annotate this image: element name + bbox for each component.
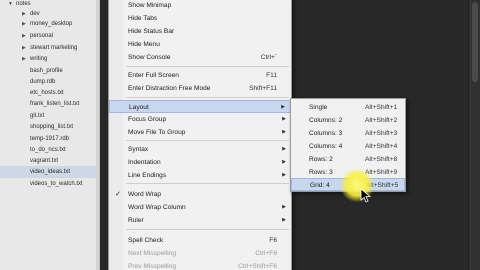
collapse-arrow-icon: ▶ bbox=[22, 33, 26, 39]
menu-item-hide-menu[interactable]: Hide Menu bbox=[109, 38, 291, 51]
menu-item-label: Hide Menu bbox=[128, 41, 160, 48]
sidebar-folder-personal[interactable]: ▶ personal bbox=[0, 30, 99, 42]
menu-item-label: Word Wrap Column bbox=[128, 204, 186, 211]
menu-item-shortcut: Alt+Shift+3 bbox=[365, 130, 398, 137]
menu-item-label: Spell Check bbox=[128, 237, 164, 244]
menu-separator bbox=[126, 66, 289, 67]
sidebar-item-label: videos_to_watch.txt bbox=[30, 181, 83, 187]
menu-item-label: Hide Status Bar bbox=[128, 28, 175, 35]
sidebar-item-label: writing bbox=[30, 56, 48, 62]
menu-item-shortcut: Ctrl+F6 bbox=[255, 250, 277, 257]
menu-item-indentation[interactable]: Indentation ▶ bbox=[109, 156, 291, 169]
layout-item-columns-2[interactable]: Columns: 2 Alt+Shift+2 bbox=[291, 114, 405, 127]
menu-item-word-wrap[interactable]: ✓ Word Wrap bbox=[109, 188, 291, 201]
menu-item-label: Columns: 2 bbox=[309, 117, 343, 124]
menu-item-shortcut: Ctrl+` bbox=[260, 54, 277, 61]
menu-item-move-file-to-group[interactable]: Move File To Group ▶ bbox=[109, 126, 291, 139]
sidebar: ▼ notes ▶ dev ▶ money_desktop ▶ personal… bbox=[0, 0, 100, 270]
submenu-arrow-icon: ▶ bbox=[282, 159, 286, 165]
menu-item-syntax[interactable]: Syntax ▶ bbox=[109, 143, 291, 156]
submenu-arrow-icon: ▶ bbox=[282, 172, 286, 178]
menu-item-label: Syntax bbox=[128, 146, 149, 153]
menu-item-label: Single bbox=[309, 104, 328, 111]
menu-item-distraction-free[interactable]: Enter Distraction Free Mode Shift+F11 bbox=[109, 82, 291, 95]
menu-item-label: Line Endings bbox=[128, 172, 167, 179]
menu-item-label: Indentation bbox=[128, 159, 161, 166]
menu-item-shortcut: Alt+Shift+4 bbox=[365, 143, 398, 150]
menu-item-label: Rows: 2 bbox=[309, 156, 333, 163]
mouse-pointer-icon bbox=[360, 188, 372, 203]
menu-item-shortcut: Alt+Shift+1 bbox=[365, 104, 398, 111]
submenu-arrow-icon: ▶ bbox=[282, 146, 286, 152]
editor-scrollbar-thumb[interactable] bbox=[472, 2, 478, 82]
menu-separator bbox=[126, 140, 289, 141]
submenu-arrow-icon: ▶ bbox=[282, 116, 286, 122]
view-menu: Show Minimap Hide Tabs Hide Status Bar H… bbox=[108, 0, 292, 270]
sidebar-folder-writing[interactable]: ▶ writing bbox=[0, 53, 99, 65]
menu-item-line-endings[interactable]: Line Endings ▶ bbox=[109, 169, 291, 182]
menu-item-hide-tabs[interactable]: Hide Tabs bbox=[109, 12, 291, 25]
sidebar-item-label: video_ideas.txt bbox=[30, 169, 71, 175]
layout-item-rows-2[interactable]: Rows: 2 Alt+Shift+8 bbox=[291, 153, 405, 166]
menu-item-label: Next Misspelling bbox=[128, 250, 177, 257]
menu-item-label: Focus Group bbox=[128, 116, 167, 123]
menu-item-label: Ruler bbox=[128, 217, 144, 224]
sidebar-file[interactable]: videos_to_watch.txt bbox=[0, 178, 99, 190]
menu-item-shortcut: Ctrl+Shift+F6 bbox=[238, 263, 277, 270]
menu-item-hide-status-bar[interactable]: Hide Status Bar bbox=[109, 25, 291, 38]
collapse-arrow-icon: ▶ bbox=[22, 21, 26, 27]
menu-item-prev-misspelling[interactable]: Prev Misspelling Ctrl+Shift+F6 bbox=[109, 260, 291, 270]
menu-item-shortcut: Alt+Shift+2 bbox=[365, 117, 398, 124]
menu-item-show-minimap[interactable]: Show Minimap bbox=[109, 0, 291, 12]
menu-item-label: Grid: 4 bbox=[310, 182, 330, 189]
menu-item-label: Word Wrap bbox=[128, 191, 162, 198]
sidebar-file[interactable]: shopping_list.txt bbox=[0, 121, 99, 133]
menu-item-shortcut: F6 bbox=[269, 237, 277, 244]
submenu-arrow-icon: ▶ bbox=[282, 204, 286, 210]
menu-separator bbox=[126, 229, 289, 230]
menu-item-word-wrap-column[interactable]: Word Wrap Column ▶ bbox=[109, 201, 291, 214]
menu-item-label: Show Console bbox=[128, 54, 171, 61]
menu-item-label: Prev Misspelling bbox=[128, 263, 177, 270]
menu-item-shortcut: F11 bbox=[266, 72, 277, 79]
collapse-arrow-icon: ▶ bbox=[22, 56, 26, 62]
menu-item-label: Hide Tabs bbox=[128, 15, 158, 22]
menu-item-label: Enter Distraction Free Mode bbox=[128, 85, 211, 92]
menu-item-label: Enter Full Screen bbox=[128, 72, 179, 79]
layout-item-columns-3[interactable]: Columns: 3 Alt+Shift+3 bbox=[291, 127, 405, 140]
menu-item-enter-full-screen[interactable]: Enter Full Screen F11 bbox=[109, 69, 291, 82]
menu-item-show-console[interactable]: Show Console Ctrl+` bbox=[109, 51, 291, 64]
sidebar-item-label: shopping_list.txt bbox=[30, 124, 74, 130]
menu-item-shortcut: Shift+F11 bbox=[249, 85, 277, 92]
menu-item-spell-check[interactable]: Spell Check F6 bbox=[109, 234, 291, 247]
layout-item-single[interactable]: Single Alt+Shift+1 bbox=[291, 101, 405, 114]
layout-item-columns-4[interactable]: Columns: 4 Alt+Shift+4 bbox=[291, 140, 405, 153]
menu-item-label: Move File To Group bbox=[128, 129, 186, 136]
menu-item-focus-group[interactable]: Focus Group ▶ bbox=[109, 113, 291, 126]
menu-separator bbox=[126, 183, 289, 184]
sidebar-file-selected[interactable]: video_ideas.txt bbox=[0, 166, 99, 178]
sidebar-folder-money-desktop[interactable]: ▶ money_desktop bbox=[0, 18, 99, 30]
submenu-arrow-icon: ▶ bbox=[282, 217, 286, 223]
menu-separator bbox=[126, 97, 289, 98]
menu-item-layout[interactable]: Layout ▶ bbox=[109, 100, 291, 113]
sidebar-item-label: money_desktop bbox=[30, 21, 73, 27]
sidebar-file[interactable]: frank_listen_list.txt bbox=[0, 98, 99, 110]
menu-item-label: Columns: 3 bbox=[309, 130, 343, 137]
menu-item-shortcut: Alt+Shift+8 bbox=[365, 156, 398, 163]
sidebar-item-label: frank_listen_list.txt bbox=[30, 101, 80, 107]
menu-item-label: Show Minimap bbox=[128, 2, 172, 9]
sidebar-item-label: personal bbox=[30, 33, 54, 39]
menu-item-next-misspelling[interactable]: Next Misspelling Ctrl+F6 bbox=[109, 247, 291, 260]
submenu-arrow-icon: ▶ bbox=[282, 129, 286, 135]
menu-item-ruler[interactable]: Ruler ▶ bbox=[109, 214, 291, 227]
checkmark-icon: ✓ bbox=[115, 191, 121, 198]
menu-item-label: Columns: 4 bbox=[309, 143, 343, 150]
